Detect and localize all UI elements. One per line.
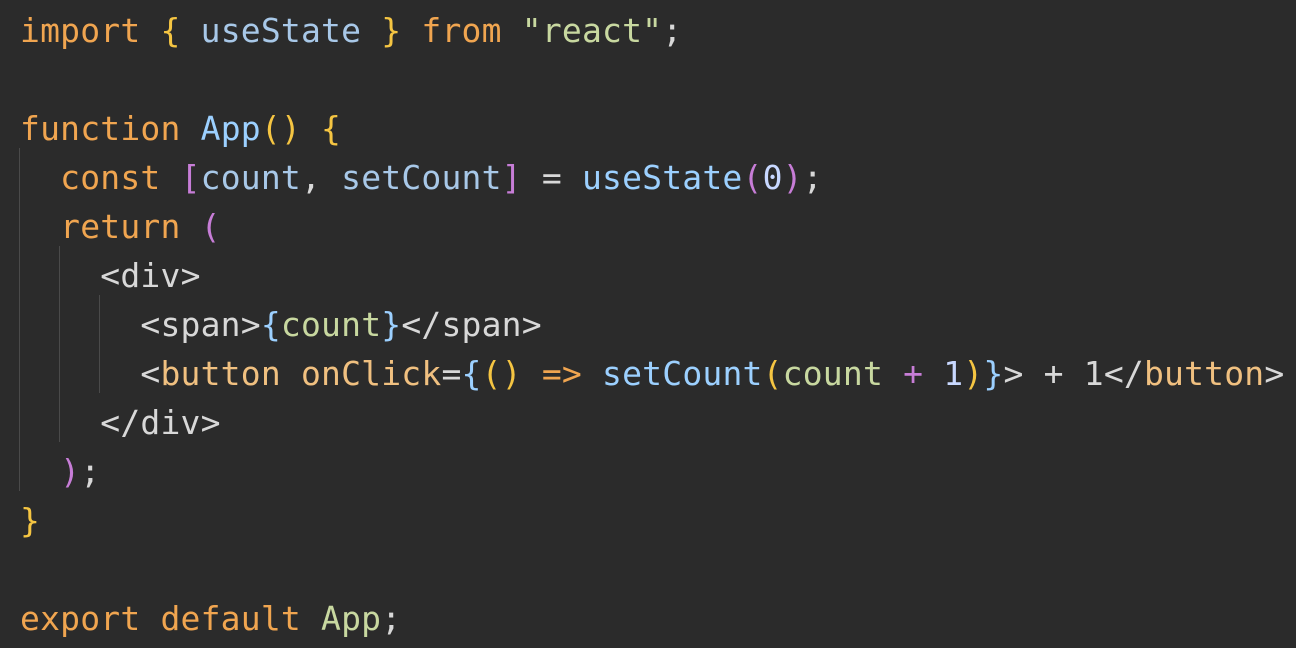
code-token: } (20, 501, 41, 540)
code-token: span (441, 305, 522, 344)
code-token: { (260, 305, 281, 344)
code-token: from (421, 11, 502, 50)
code-token: </ (1103, 354, 1144, 393)
code-token: () (481, 354, 522, 393)
code-token: ) (782, 158, 803, 197)
code-token: </ (401, 305, 442, 344)
code-token: "react" (521, 11, 663, 50)
code-token: > (521, 305, 542, 344)
code-token: button (1143, 354, 1265, 393)
code-token: App (200, 109, 261, 148)
code-token: ) (60, 452, 81, 491)
code-token: ; (381, 599, 402, 638)
code-token: div (120, 256, 181, 295)
code-token: } (381, 305, 402, 344)
code-token: count (782, 354, 884, 393)
code-token: ; (662, 11, 683, 50)
code-token: 0 (762, 158, 783, 197)
code-token: > (1264, 354, 1285, 393)
code-line: </div> (20, 398, 221, 447)
code-token: const (60, 158, 161, 197)
code-token: </ (100, 403, 141, 442)
code-token: count (200, 158, 301, 197)
code-token: ; (80, 452, 101, 491)
code-token: > (240, 305, 261, 344)
code-token: export (20, 599, 141, 638)
code-token: } (381, 11, 402, 50)
code-token: } (983, 354, 1004, 393)
code-token: = (521, 158, 582, 197)
code-token: + 1 (1023, 354, 1104, 393)
code-token: ( (762, 354, 783, 393)
code-token: useState (581, 158, 743, 197)
code-line: ); (20, 447, 100, 496)
code-line: const [count, setCount] = useState(0); (20, 153, 823, 202)
code-line: function App() { (20, 104, 341, 153)
code-token: < (140, 354, 161, 393)
code-token: > (200, 403, 221, 442)
code-token: ( (742, 158, 763, 197)
code-token: import (20, 11, 141, 50)
code-line: <button onClick={() => setCount(count + … (20, 349, 1284, 398)
code-token: { (160, 11, 181, 50)
code-token: => (541, 354, 582, 393)
code-token: ] (501, 158, 522, 197)
code-line: return ( (20, 202, 221, 251)
code-line: import { useState } from "react"; (20, 6, 682, 55)
code-token: count (280, 305, 382, 344)
code-token: App (321, 599, 382, 638)
code-token: ; (802, 158, 823, 197)
code-token: = (441, 354, 462, 393)
code-line: } (20, 496, 40, 545)
code-token: return (60, 207, 181, 246)
code-token: default (160, 599, 301, 638)
code-line: export default App; (20, 594, 401, 643)
code-token: { (461, 354, 482, 393)
code-token: , (300, 158, 342, 197)
code-token: ( (200, 207, 221, 246)
code-token: ) (963, 354, 984, 393)
code-token: function (20, 109, 181, 148)
code-token: [ (180, 158, 201, 197)
code-token: < (100, 256, 121, 295)
code-token: div (140, 403, 201, 442)
code-editor[interactable]: import { useState } from "react"; functio… (0, 0, 1296, 648)
code-token: span (160, 305, 241, 344)
code-token: 1 (943, 354, 964, 393)
code-token: useState (200, 11, 362, 50)
code-token: < (140, 305, 161, 344)
code-line: <span>{count}</span> (20, 300, 542, 349)
code-token: onClick (300, 354, 442, 393)
code-token: { (321, 109, 342, 148)
code-token: > (180, 256, 201, 295)
code-token: setCount (341, 158, 502, 197)
code-token: () (260, 109, 301, 148)
code-token: > (1003, 354, 1024, 393)
code-token: setCount (602, 354, 763, 393)
code-token: + (883, 354, 944, 393)
code-token: button (160, 354, 281, 393)
code-line: <div> (20, 251, 201, 300)
